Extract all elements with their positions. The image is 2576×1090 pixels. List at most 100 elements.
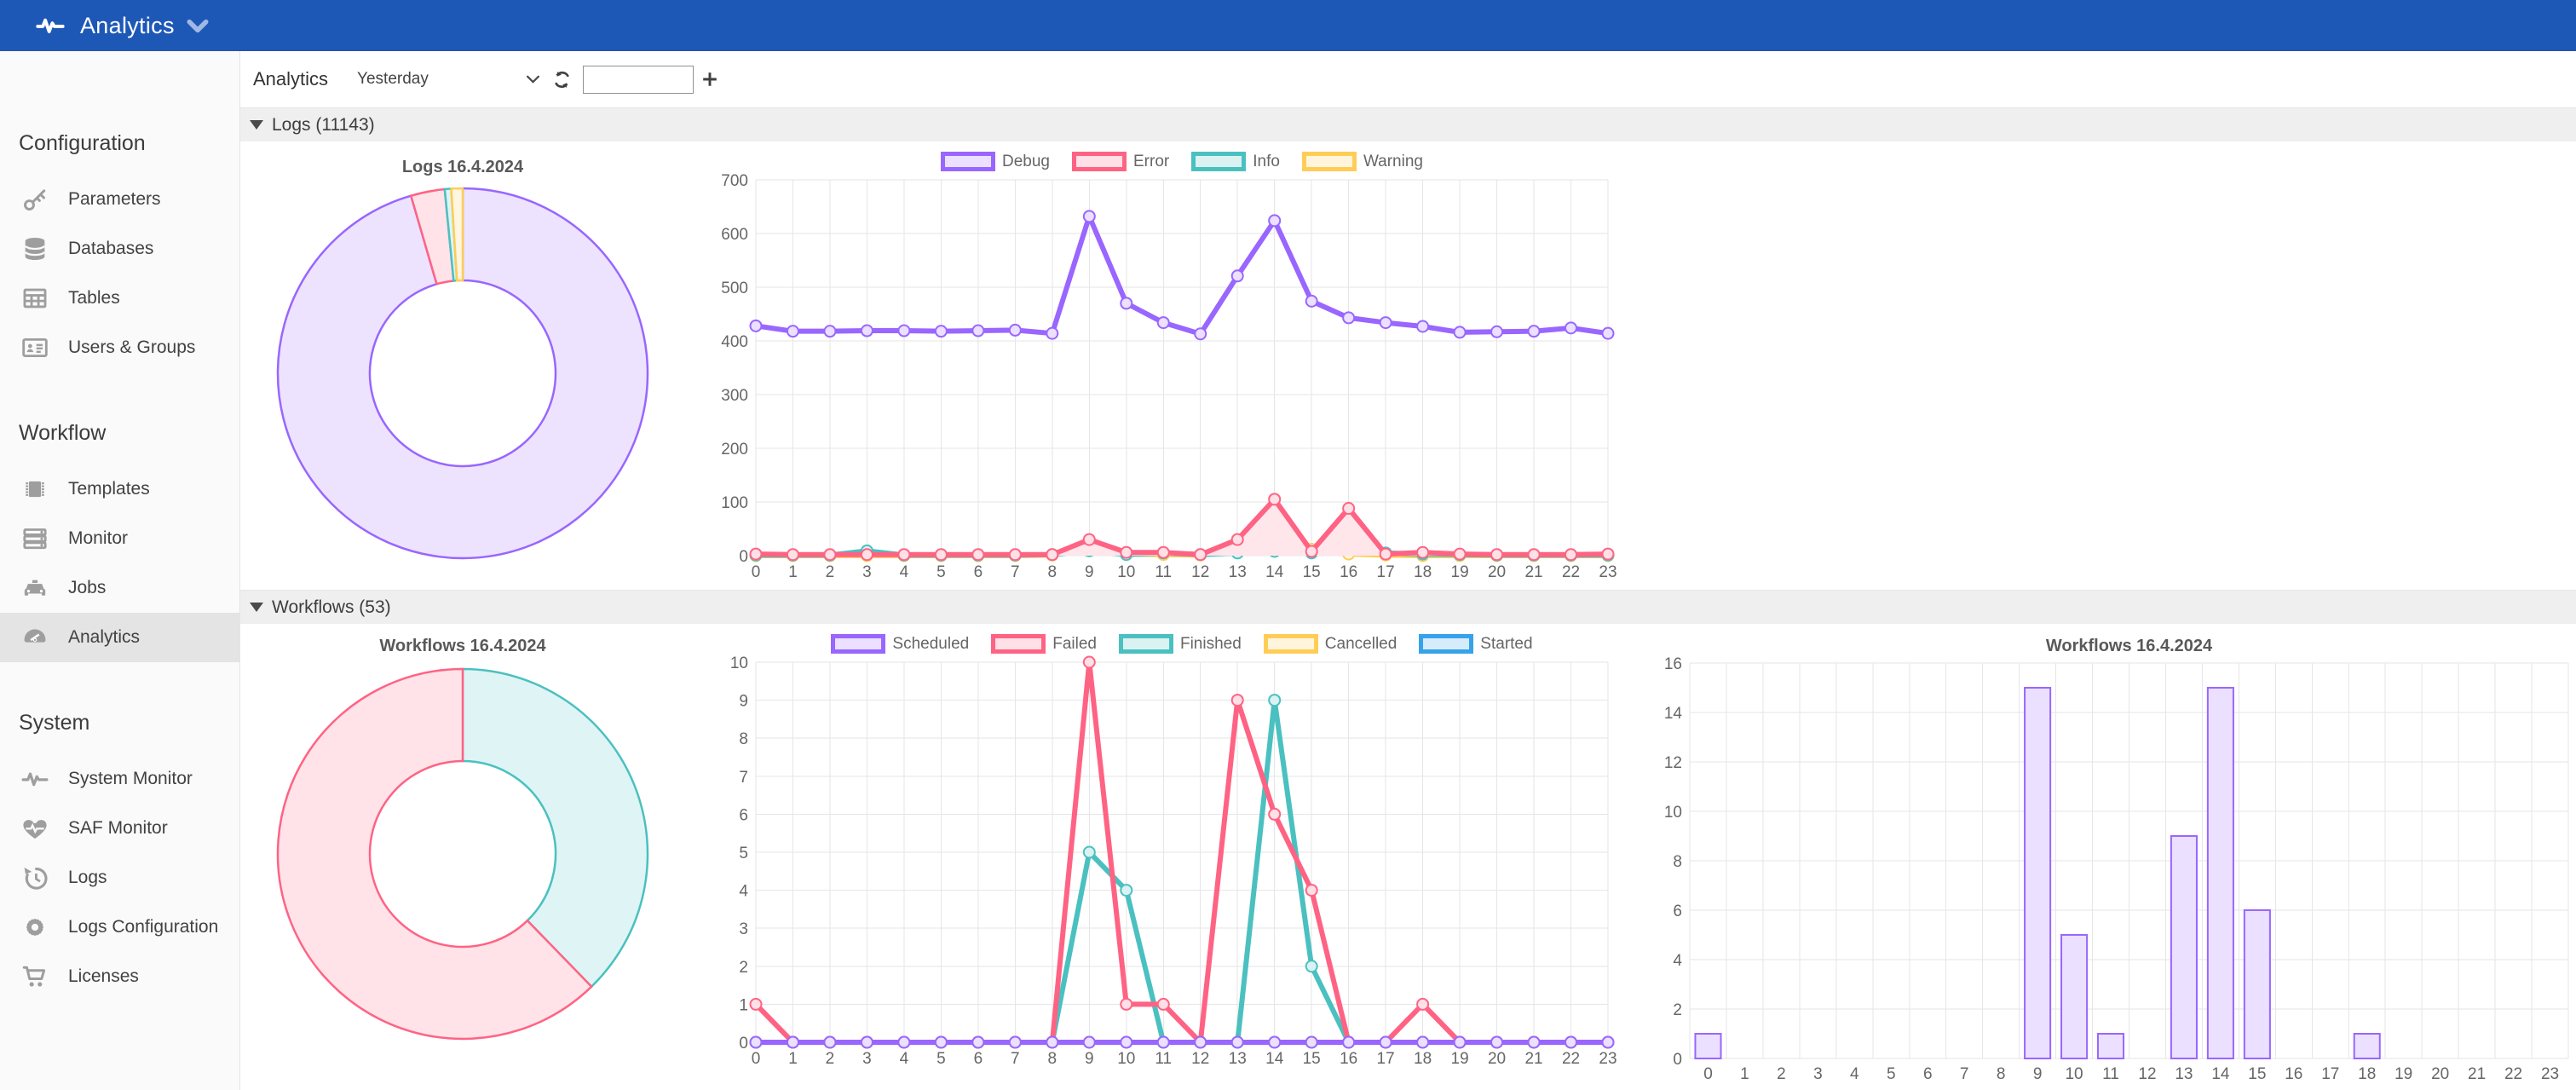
heart-pulse-icon [20,814,49,843]
workflows-line-svg[interactable]: 0123456789100123456789101112131415161718… [709,653,1629,1079]
sidebar-item-users-groups[interactable]: Users & Groups [0,323,239,372]
svg-text:19: 19 [1451,563,1469,581]
svg-text:22: 22 [1562,563,1580,581]
data-point [1269,493,1280,505]
logs-line-svg[interactable]: 0100200300400500600700012345678910111213… [709,164,1629,591]
logs-section-label: Logs (11143) [272,115,375,136]
sidebar-item-templates[interactable]: Templates [0,464,239,514]
refresh-icon [551,69,573,90]
workflows-donut-chart [275,666,650,1041]
workflows-donut-svg[interactable] [275,666,650,1041]
add-button[interactable] [700,70,719,89]
bar [2025,688,2050,1058]
svg-text:10: 10 [730,655,748,672]
svg-text:18: 18 [1414,1050,1432,1068]
data-point [1455,326,1466,337]
svg-text:8: 8 [1997,1065,2006,1083]
sidebar-item-label: Logs Configuration [68,917,218,937]
data-point [1603,1037,1614,1048]
chevron-down-icon[interactable] [187,19,209,33]
data-point [824,549,835,560]
svg-text:11: 11 [1155,563,1172,581]
workflows-bar-svg[interactable]: 0246810121416012345678910111213141516171… [1655,633,2575,1088]
svg-text:21: 21 [1524,563,1542,581]
key-icon [20,185,49,214]
data-point [1343,503,1354,514]
bar [1695,1034,1720,1058]
svg-text:300: 300 [721,387,748,405]
x-axis-labels: 01234567891011121314151617181920212223 [1703,1065,2559,1083]
series-debug [751,211,1614,339]
legend-item-cancelled[interactable]: Cancelled [1264,634,1397,654]
svg-text:21: 21 [1524,1050,1542,1068]
period-select[interactable]: Yesterday [357,70,540,89]
y-axis-labels: 012345678910 [730,655,749,1053]
sidebar-section-title: Workflow [0,420,239,446]
data-point [972,326,983,337]
svg-text:17: 17 [1377,563,1395,581]
data-point [1046,328,1057,339]
logs-donut-svg[interactable] [275,186,650,561]
legend-item-scheduled[interactable]: Scheduled [831,634,969,654]
y-axis-labels: 0100200300400500600700 [721,172,748,566]
svg-text:0: 0 [752,563,761,581]
legend-label: Scheduled [892,635,969,654]
sidebar-item-analytics[interactable]: Analytics [0,613,239,662]
legend-item-finished[interactable]: Finished [1119,634,1242,654]
data-point [1269,1037,1280,1048]
data-point [1565,549,1576,560]
sidebar-item-jobs[interactable]: Jobs [0,563,239,613]
data-point [1417,547,1428,558]
data-point [1603,328,1614,339]
svg-text:5: 5 [936,563,946,581]
chevron-down-icon [526,75,540,84]
sidebar-item-licenses[interactable]: Licenses [0,952,239,1001]
svg-text:2: 2 [826,563,835,581]
legend-item-started[interactable]: Started [1419,634,1532,654]
sidebar-item-tables[interactable]: Tables [0,274,239,323]
workflows-section-label: Workflows (53) [272,597,391,618]
filter-input[interactable] [583,66,694,94]
sidebar-item-saf-monitor[interactable]: SAF Monitor [0,804,239,853]
data-point [1269,695,1280,706]
svg-text:15: 15 [2248,1065,2266,1083]
svg-text:16: 16 [1340,1050,1357,1068]
legend-item-failed[interactable]: Failed [991,634,1097,654]
svg-text:0: 0 [1703,1065,1713,1083]
svg-text:16: 16 [1340,563,1357,581]
data-point [1121,297,1132,309]
sidebar-item-logs[interactable]: Logs [0,853,239,903]
sidebar-item-system-monitor[interactable]: System Monitor [0,754,239,804]
collapse-icon [250,120,263,130]
sidebar-section-workflow: Workflow TemplatesMonitorJobsAnalytics [0,420,239,662]
svg-text:14: 14 [2211,1065,2230,1083]
svg-text:4: 4 [900,563,909,581]
workflows-section-header[interactable]: Workflows (53) [240,590,2576,624]
sidebar-item-label: Users & Groups [68,337,195,358]
data-point [936,549,947,560]
data-point [1158,999,1169,1010]
page-title: Analytics [253,68,328,90]
sidebar-item-logs-configuration[interactable]: Logs Configuration [0,903,239,952]
svg-text:17: 17 [1377,1050,1395,1068]
data-point [1565,322,1576,333]
svg-text:9: 9 [739,693,748,711]
workflows-bar-chart: 0246810121416012345678910111213141516171… [1655,633,2575,1088]
svg-text:20: 20 [1488,1050,1506,1068]
sidebar-item-parameters[interactable]: Parameters [0,175,239,224]
sidebar-item-monitor[interactable]: Monitor [0,514,239,563]
sidebar-item-databases[interactable]: Databases [0,224,239,274]
data-point [1380,549,1392,560]
svg-text:200: 200 [721,441,748,458]
svg-text:3: 3 [862,563,872,581]
sidebar-item-label: Parameters [68,189,161,210]
data-point [787,1037,798,1048]
app-title[interactable]: Analytics [80,13,175,39]
data-point [936,1037,947,1048]
sidebar-section-title: System [0,710,239,735]
data-point [1417,999,1428,1010]
refresh-button[interactable] [551,69,573,90]
data-point [1491,1037,1502,1048]
logs-section-header[interactable]: Logs (11143) [240,107,2576,141]
svg-text:5: 5 [1887,1065,1896,1083]
